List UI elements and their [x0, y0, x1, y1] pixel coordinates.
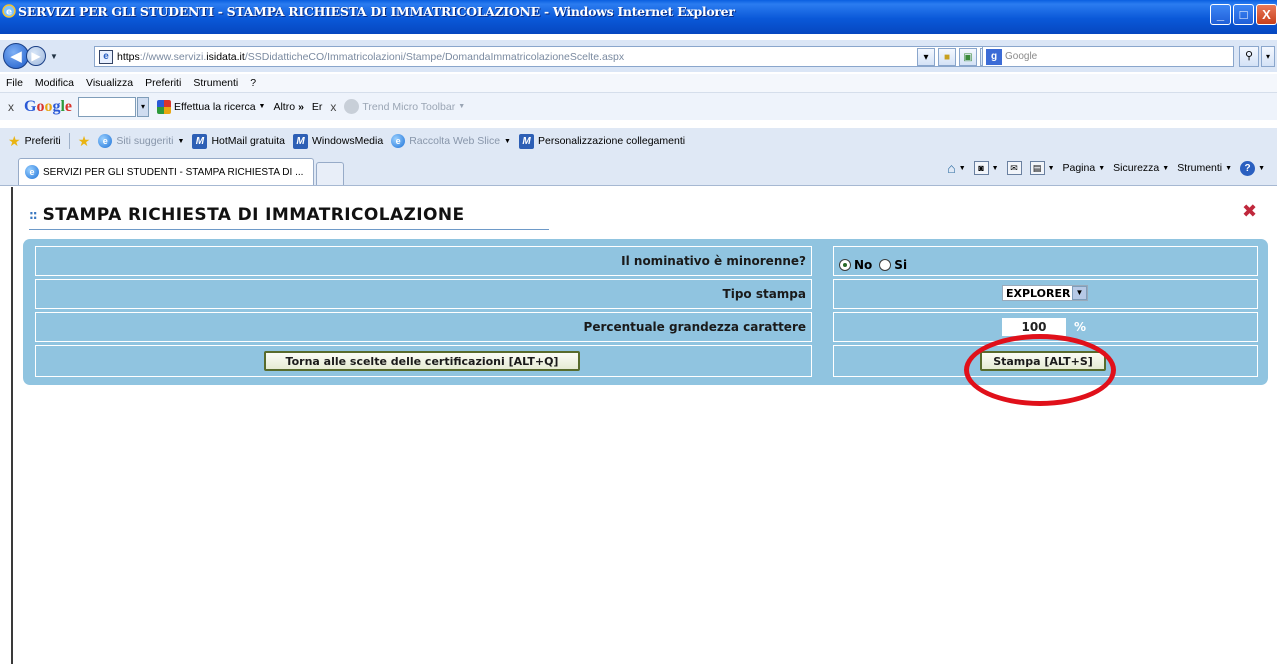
- more-button[interactable]: Altro»: [273, 101, 303, 113]
- google-icon: [157, 99, 172, 114]
- menu-preferiti[interactable]: Preferiti: [145, 77, 181, 89]
- menu-help[interactable]: ?: [250, 77, 256, 89]
- safety-menu[interactable]: Sicurezza ▼: [1113, 162, 1169, 174]
- minimize-button[interactable]: _: [1210, 4, 1231, 25]
- rss-icon: ◙: [973, 161, 989, 175]
- fav-hotmail[interactable]: M HotMail gratuita: [192, 133, 285, 149]
- tab-row: e SERVIZI PER GLI STUDENTI - STAMPA RICH…: [0, 154, 1277, 186]
- tab-title: SERVIZI PER GLI STUDENTI - STAMPA RICHIE…: [43, 166, 304, 178]
- address-bar[interactable]: e https://www.servizi.isidata.it/SSDidat…: [94, 46, 1020, 67]
- minor-label-cell: Il nominativo è minorenne?: [35, 246, 812, 276]
- menu-bar: File Modifica Visualizza Preferiti Strum…: [0, 74, 1277, 92]
- print-button[interactable]: ▤ ▼: [1029, 161, 1055, 175]
- search-box[interactable]: g Google: [982, 46, 1234, 67]
- history-dropdown-icon[interactable]: ▼: [50, 52, 58, 61]
- fav-windowsmedia[interactable]: M WindowsMedia: [292, 133, 383, 149]
- highlight-circle-annotation: [964, 334, 1116, 406]
- fav-siti-suggeriti[interactable]: e Siti suggeriti ▼: [98, 134, 184, 148]
- search-options-dropdown[interactable]: ▾: [1261, 46, 1275, 67]
- favorites-bar: ★ Preferiti ★ e Siti suggeriti ▼ M HotMail g…: [0, 128, 1277, 154]
- close-page-icon[interactable]: ✖: [1242, 201, 1257, 222]
- print-type-select[interactable]: EXPLORER ▼: [1002, 285, 1088, 301]
- print-type-value: EXPLORER: [1006, 286, 1071, 300]
- svg-text:e: e: [6, 8, 12, 18]
- menu-strumenti[interactable]: Strumenti: [193, 77, 238, 89]
- google-search-icon: g: [986, 48, 1002, 65]
- address-dropdown-icon[interactable]: ▾: [917, 48, 935, 66]
- msn-icon: M: [292, 133, 308, 149]
- google-logo: Google: [24, 97, 73, 115]
- page-icon: e: [99, 49, 113, 64]
- radio-no-label: No: [854, 258, 873, 272]
- url-text[interactable]: https://www.servizi.isidata.it/SSDidatti…: [117, 51, 624, 63]
- er-button[interactable]: Er: [312, 101, 323, 113]
- radio-si[interactable]: [879, 259, 892, 271]
- menu-modifica[interactable]: Modifica: [35, 77, 74, 89]
- ie-logo-icon: e: [2, 4, 16, 18]
- font-size-label-cell: Percentuale grandezza carattere: [35, 312, 812, 342]
- google-toolbar: x Google ▾ Effettua la ricerca ▼ Altro» E…: [0, 92, 1277, 120]
- feeds-button[interactable]: ◙ ▼: [973, 161, 999, 175]
- radio-no[interactable]: [839, 259, 851, 271]
- tab-current[interactable]: e SERVIZI PER GLI STUDENTI - STAMPA RICH…: [18, 158, 314, 185]
- star-icon: ★: [8, 132, 21, 149]
- select-arrow-icon: ▼: [1072, 286, 1087, 300]
- back-to-certifications-button[interactable]: Torna alle scelte delle certificazioni […: [264, 351, 580, 371]
- home-icon: ⌂: [947, 160, 956, 176]
- maximize-button[interactable]: □: [1233, 4, 1254, 25]
- printer-icon: ▤: [1029, 161, 1045, 175]
- trend-micro-toolbar[interactable]: Trend Micro Toolbar ▼: [344, 99, 465, 114]
- google-search-dropdown[interactable]: ▾: [137, 96, 150, 117]
- help-menu[interactable]: ? ▼: [1240, 160, 1265, 176]
- tools-menu[interactable]: Strumenti ▼: [1177, 162, 1232, 174]
- title-underline: [29, 229, 549, 230]
- menu-file[interactable]: File: [6, 77, 23, 89]
- msn-icon: M: [518, 133, 534, 149]
- help-icon: ?: [1240, 160, 1256, 176]
- new-tab-button[interactable]: [316, 162, 344, 185]
- search-placeholder: Google: [1005, 51, 1038, 62]
- page-title: :: STAMPA RICHIESTA DI IMMATRICOLAZIONE: [29, 205, 465, 225]
- compatibility-view-icon[interactable]: ▣: [959, 48, 977, 66]
- web-slice-icon: e: [391, 134, 406, 148]
- window-controls: _ □ X: [1210, 4, 1277, 25]
- close-toolbar-icon[interactable]: x: [8, 100, 14, 114]
- search-go-icon[interactable]: ⚲: [1239, 46, 1259, 67]
- minor-label: Il nominativo è minorenne?: [621, 254, 806, 268]
- menu-visualizza[interactable]: Visualizza: [86, 77, 133, 89]
- msn-icon: M: [192, 133, 208, 149]
- print-type-cell: EXPLORER ▼: [833, 279, 1258, 309]
- mail-button[interactable]: ✉: [1006, 161, 1022, 175]
- forward-button[interactable]: ▶: [26, 46, 46, 66]
- window-title: SERVIZI PER GLI STUDENTI - STAMPA RICHIE…: [18, 3, 735, 19]
- home-button[interactable]: ⌂ ▼: [947, 160, 965, 176]
- close-trend-icon[interactable]: x: [330, 100, 336, 114]
- font-size-unit: %: [1074, 320, 1087, 334]
- ie-icon: e: [25, 165, 39, 179]
- minor-radio-group: No Si: [839, 258, 907, 272]
- ie-icon: e: [98, 134, 113, 148]
- fav-web-slice[interactable]: e Raccolta Web Slice ▼: [391, 134, 511, 148]
- print-type-label-cell: Tipo stampa: [35, 279, 812, 309]
- google-search-input[interactable]: [78, 96, 137, 117]
- window-titlebar: e SERVIZI PER GLI STUDENTI - STAMPA RICH…: [0, 0, 1277, 34]
- command-bar: ⌂ ▼ ◙ ▼ ✉ ▤ ▼ Pagina ▼ Sicurezza ▼ Strumenti ▼…: [947, 160, 1265, 176]
- font-size-label: Percentuale grandezza carattere: [583, 320, 806, 334]
- favorites-button[interactable]: ★ Preferiti: [8, 133, 61, 150]
- page-menu[interactable]: Pagina ▼: [1063, 162, 1106, 174]
- address-row: ◀ ▶ ▼ e https://www.servizi.isidata.it/S…: [0, 40, 1277, 72]
- minor-options-cell: No Si: [833, 246, 1258, 276]
- separator: [68, 133, 70, 149]
- print-type-label: Tipo stampa: [722, 287, 806, 301]
- title-bullet-icon: ::: [29, 208, 38, 222]
- add-favorite-icon[interactable]: ★: [78, 133, 91, 150]
- fav-personalizzazione[interactable]: M Personalizzazione collegamenti: [518, 133, 685, 149]
- lock-icon[interactable]: ■: [938, 48, 956, 66]
- page-content: :: STAMPA RICHIESTA DI IMMATRICOLAZIONE …: [11, 187, 1277, 664]
- close-window-button[interactable]: X: [1256, 4, 1277, 25]
- mail-icon: ✉: [1006, 161, 1022, 175]
- back-button-cell: Torna alle scelte delle certificazioni […: [35, 345, 812, 377]
- radio-si-label: Si: [894, 258, 908, 272]
- google-search-button[interactable]: Effettua la ricerca ▼: [157, 99, 265, 114]
